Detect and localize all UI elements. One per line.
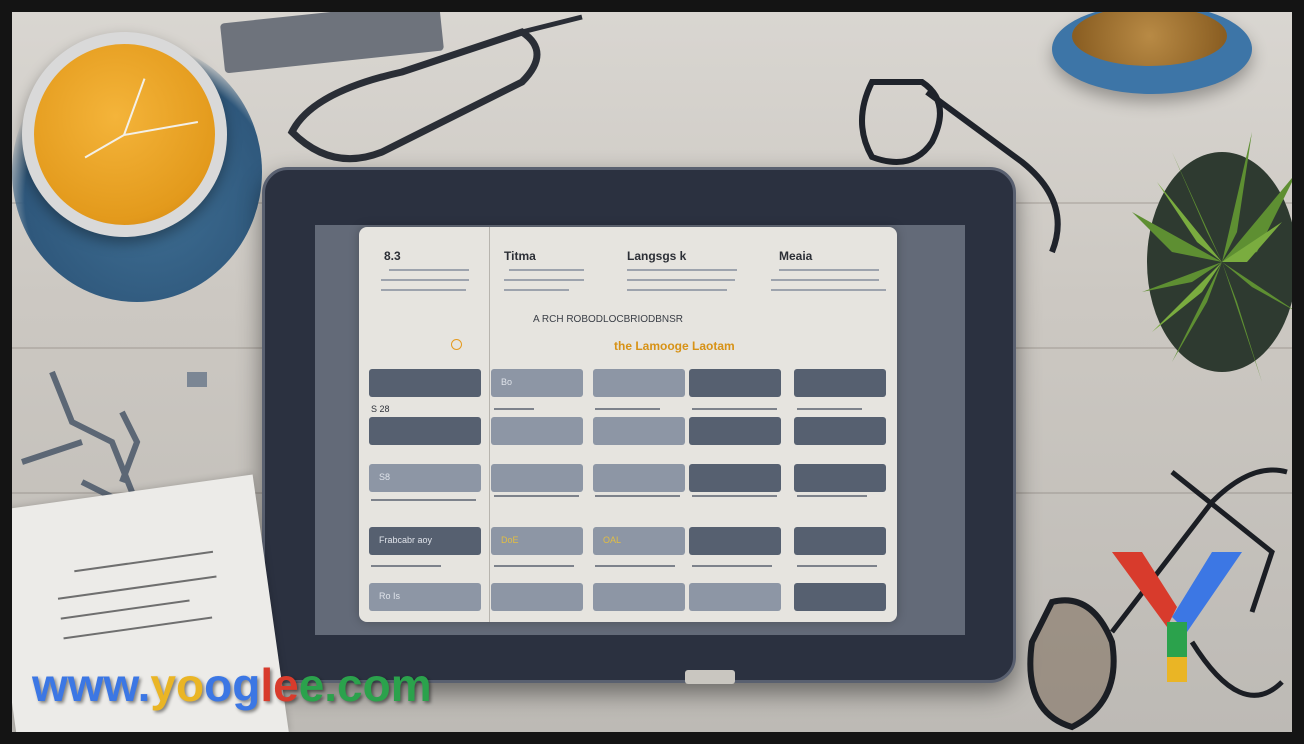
table-cell (689, 464, 781, 492)
text-line (494, 408, 534, 410)
table-cell (689, 369, 781, 397)
clock-icon (22, 32, 227, 237)
watermark-segment: le (260, 659, 299, 711)
table-cell (794, 527, 886, 555)
text-line (509, 269, 584, 271)
table-cell (794, 583, 886, 611)
text-line (595, 565, 675, 567)
table-cell (794, 464, 886, 492)
watermark-segment: e.com (298, 659, 432, 711)
column-header: Titma (504, 249, 536, 263)
document: 8.3 Titma Langsgs k Meaia A RCH ROBODLOC… (359, 227, 897, 622)
table-cell: S8 (369, 464, 481, 492)
table-cell: Frabcabr aoy (369, 527, 481, 555)
text-line (627, 279, 735, 281)
table-cell (593, 417, 685, 445)
circle-marker (451, 339, 462, 350)
table-cell (491, 417, 583, 445)
table-cell (369, 417, 481, 445)
table-cell: Bo (491, 369, 583, 397)
table-cell (689, 417, 781, 445)
text-line (504, 289, 569, 291)
text-line (771, 279, 879, 281)
text-line (381, 289, 466, 291)
text-line (779, 269, 879, 271)
table-cell: Ro Is (369, 583, 481, 611)
table-cell (491, 464, 583, 492)
table-cell (491, 583, 583, 611)
watermark: www.yooglee.com (32, 658, 432, 712)
tablet-stand (685, 670, 735, 684)
table-cell: OAL (593, 527, 685, 555)
text-line (381, 279, 469, 281)
column-header: Langsgs k (627, 249, 687, 263)
plant-icon (1132, 132, 1292, 382)
clock-hand (123, 78, 146, 136)
text-line (494, 495, 579, 497)
desk-scene: 8.3 Titma Langsgs k Meaia A RCH ROBODLOC… (12, 12, 1292, 732)
column-header: 8.3 (384, 249, 401, 263)
text-line (692, 495, 777, 497)
text-line (494, 565, 574, 567)
row-label: S 28 (371, 404, 390, 414)
clock-face (34, 44, 215, 225)
y-logo-icon (1112, 552, 1242, 682)
text-line (797, 495, 867, 497)
text-line (627, 269, 737, 271)
text-line (692, 408, 777, 410)
watermark-segment: yo (150, 659, 205, 711)
table-cell (794, 369, 886, 397)
table-cell (593, 583, 685, 611)
text-line (595, 495, 680, 497)
watermark-segment: og (204, 659, 261, 711)
table-cell: DoE (491, 527, 583, 555)
divider (489, 227, 490, 622)
text-line (771, 289, 886, 291)
text-line (371, 499, 476, 501)
table-cell (794, 417, 886, 445)
glasses-icon (287, 14, 583, 163)
orange-heading: the Lamooge Laotam (614, 339, 735, 353)
text-line (389, 269, 469, 271)
text-line (627, 289, 727, 291)
watermark-segment: www. (32, 659, 151, 711)
clock-hand (84, 134, 125, 159)
table-cell (593, 464, 685, 492)
text-line (504, 279, 584, 281)
banner-text: A RCH ROBODLOCBRIODBNSR (533, 314, 684, 325)
text-line (371, 565, 441, 567)
text-line (595, 408, 660, 410)
text-line (692, 565, 772, 567)
clock-hand (123, 120, 199, 136)
tablet: 8.3 Titma Langsgs k Meaia A RCH ROBODLOC… (262, 167, 1016, 684)
text-line (797, 408, 862, 410)
table-cell (689, 527, 781, 555)
table-cell (593, 369, 685, 397)
table-cell (689, 583, 781, 611)
column-header: Meaia (779, 249, 813, 263)
text-line (797, 565, 877, 567)
table-cell (369, 369, 481, 397)
